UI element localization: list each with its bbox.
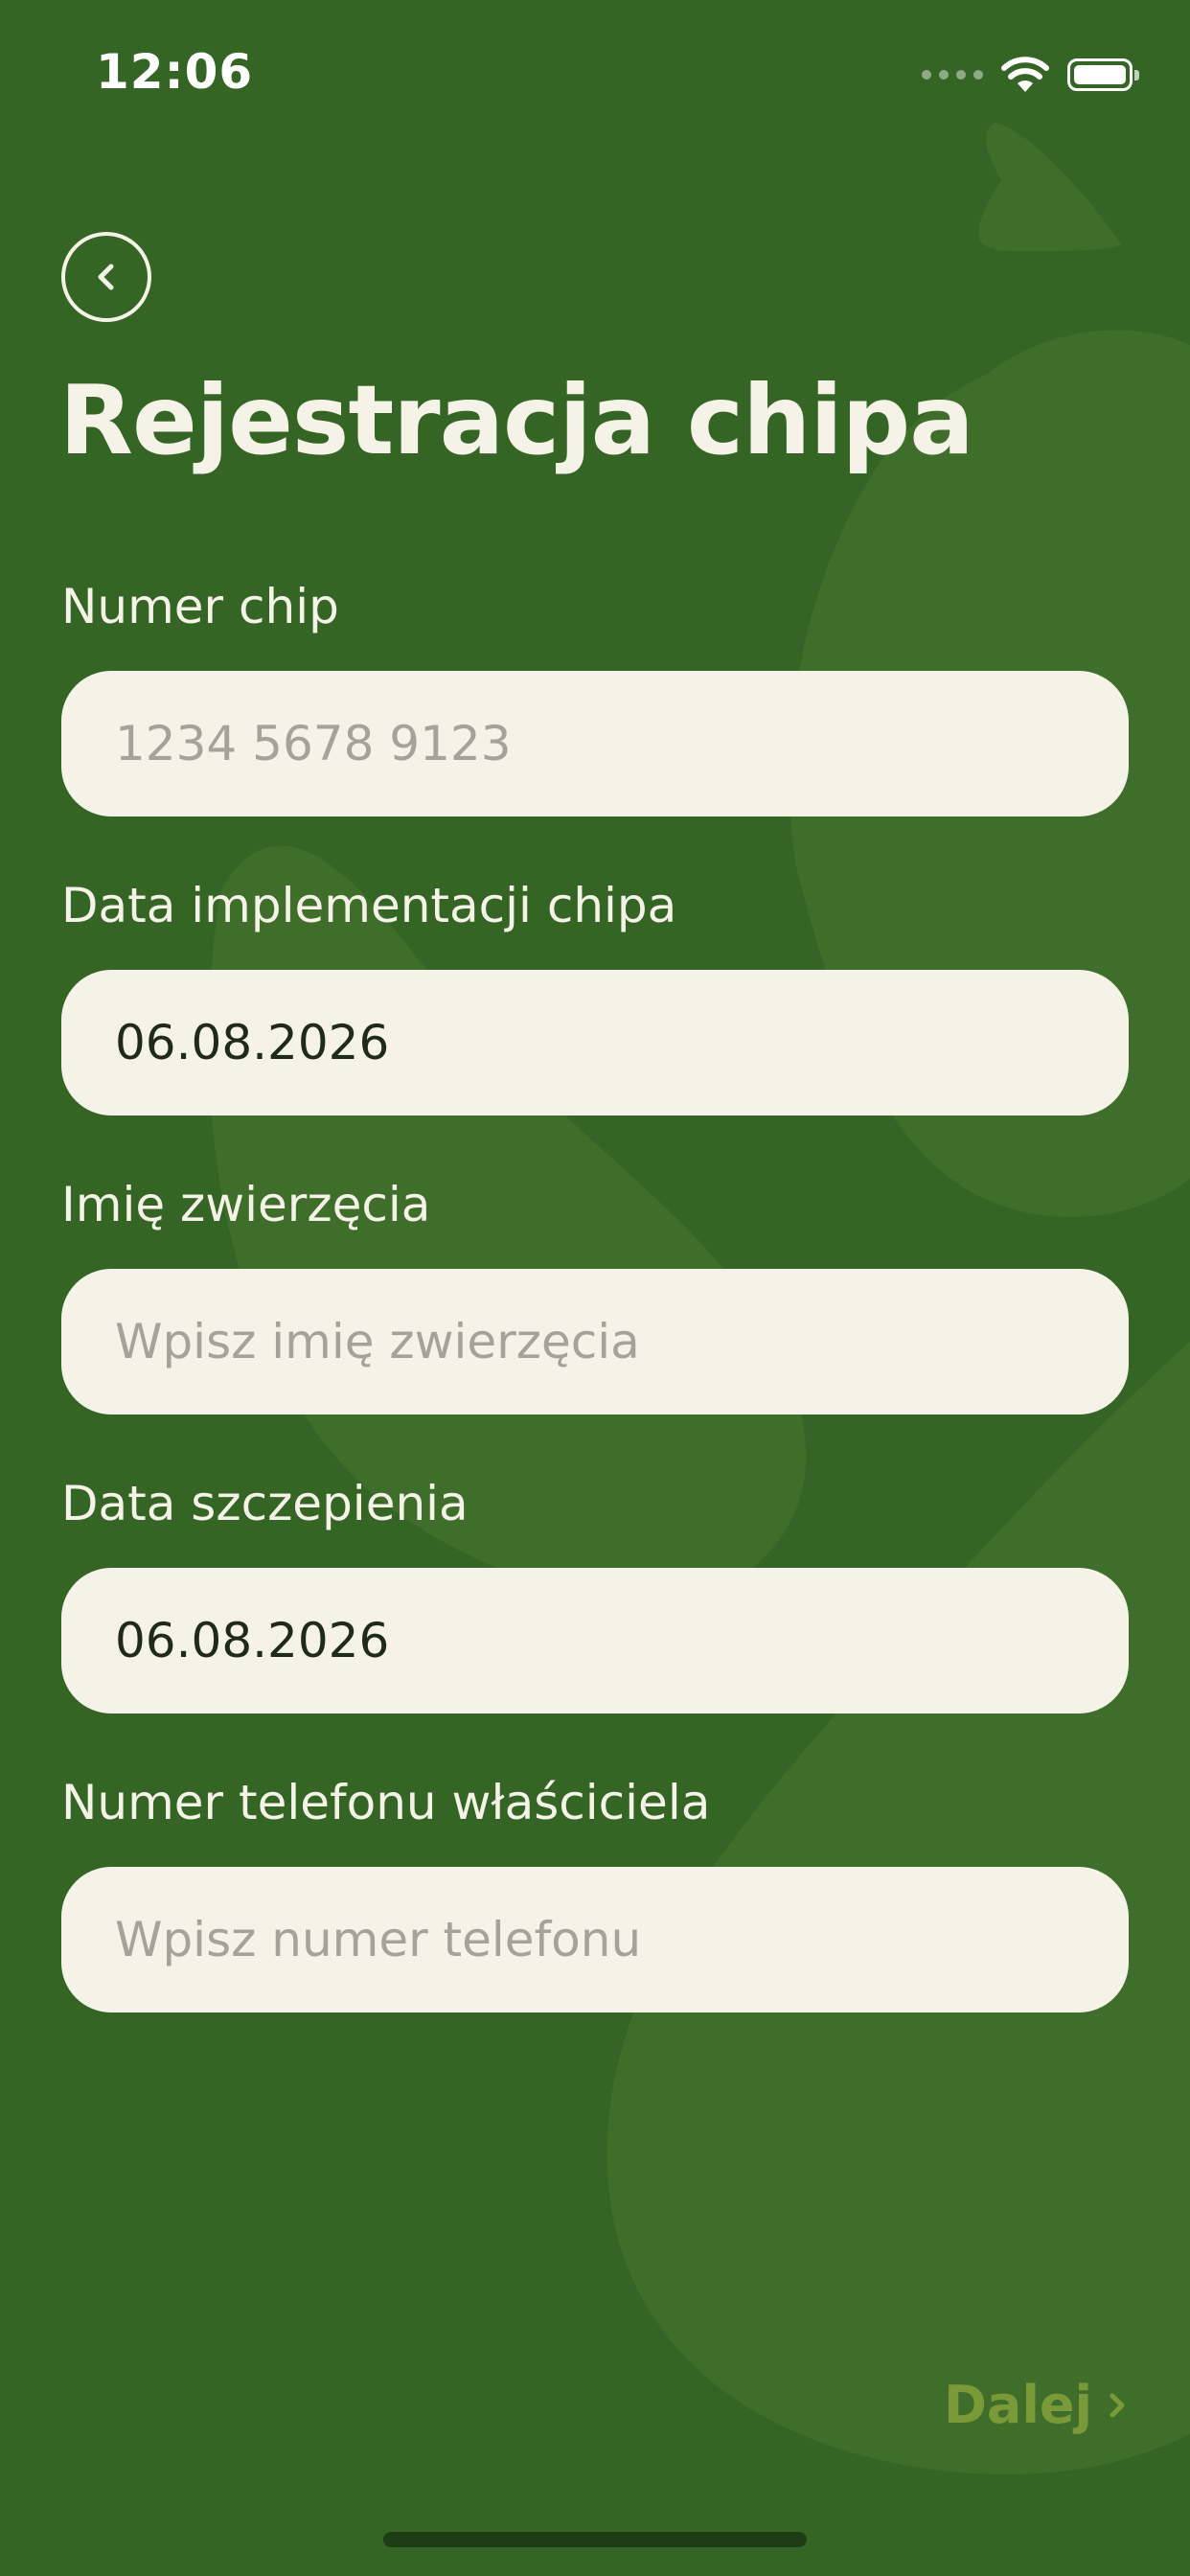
chip-number-input[interactable] — [61, 671, 1129, 816]
owner-phone-input[interactable] — [61, 1867, 1129, 2012]
chip-number-label: Numer chip — [61, 579, 339, 634]
implant-date-label: Data implementacji chipa — [61, 878, 677, 933]
back-button[interactable] — [61, 232, 151, 322]
status-time: 12:06 — [96, 44, 254, 100]
chip-registration-screen: 12:06 Rejestracja chipa Numer chip Data … — [0, 0, 1190, 2576]
next-button-label: Dalej — [944, 2375, 1092, 2435]
battery-icon — [1067, 58, 1139, 91]
home-indicator — [383, 2532, 807, 2547]
cellular-signal-icon — [922, 70, 983, 80]
pet-name-label: Imię zwierzęcia — [61, 1177, 431, 1232]
page-title: Rejestracja chipa — [59, 364, 974, 476]
implant-date-input[interactable] — [61, 970, 1129, 1116]
vaccination-date-label: Data szczepienia — [61, 1476, 469, 1531]
vaccination-date-input[interactable] — [61, 1568, 1129, 1714]
status-icons — [922, 56, 1139, 94]
chevron-left-icon — [98, 264, 114, 290]
next-button[interactable]: Dalej — [944, 2375, 1129, 2435]
owner-phone-label: Numer telefonu właściciela — [61, 1775, 711, 1830]
pet-name-input[interactable] — [61, 1269, 1129, 1414]
wifi-icon — [1001, 57, 1049, 92]
chevron-right-icon — [1110, 2393, 1125, 2417]
